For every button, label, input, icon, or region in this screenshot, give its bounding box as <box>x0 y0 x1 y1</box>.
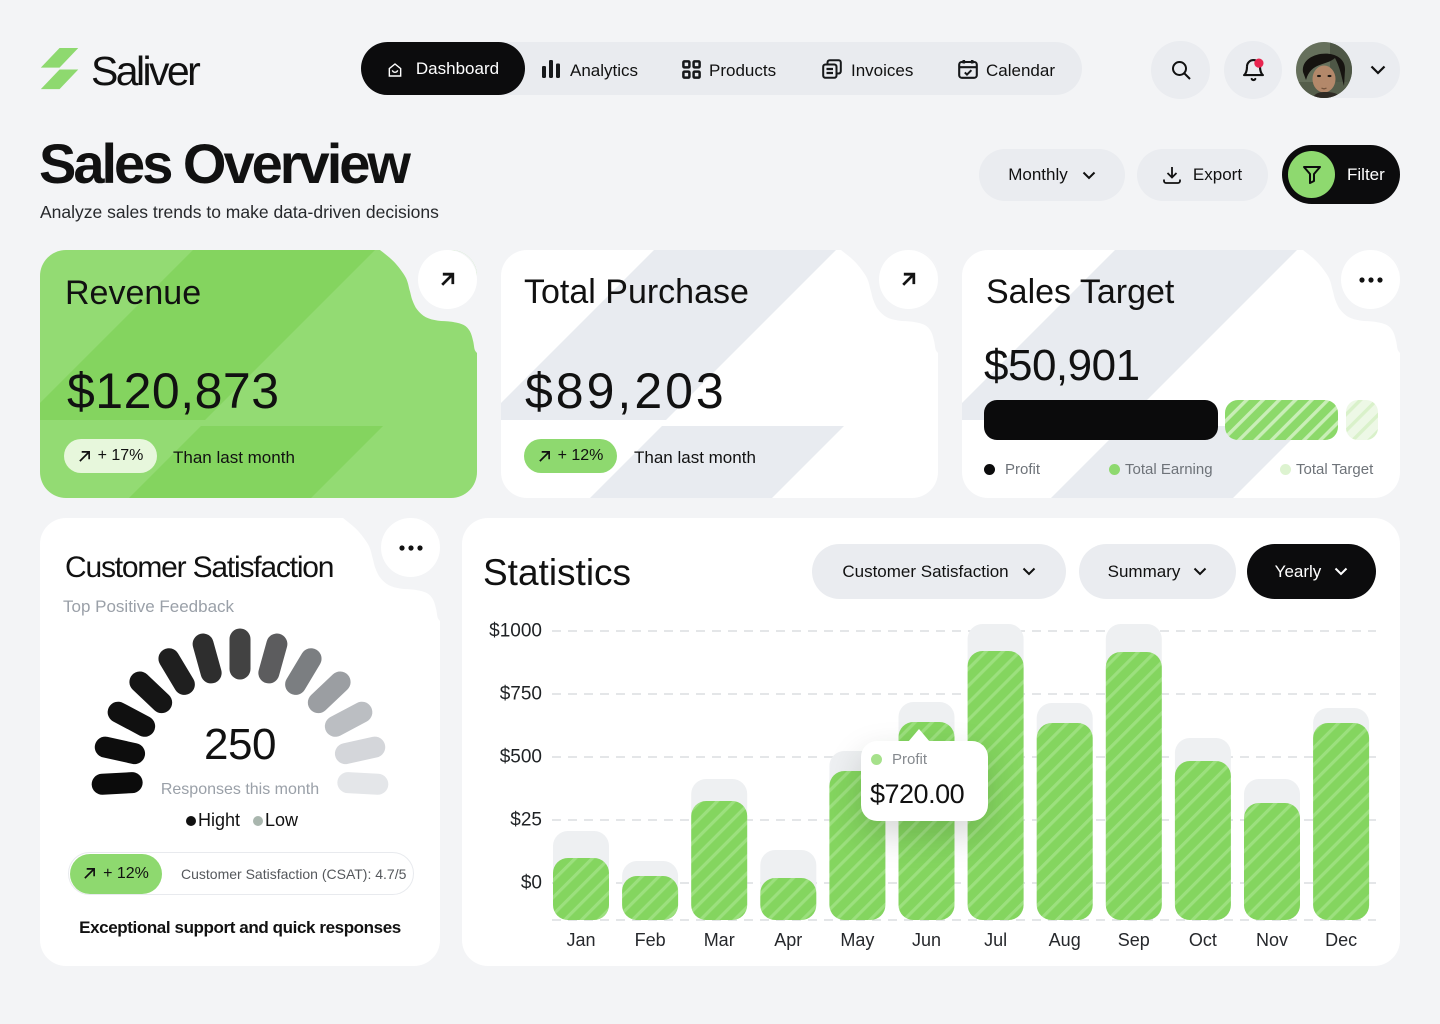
svg-text:$25: $25 <box>510 810 542 831</box>
svg-text:$1000: $1000 <box>489 621 542 642</box>
svg-text:Oct: Oct <box>1189 930 1217 950</box>
svg-text:Aug: Aug <box>1049 930 1081 950</box>
svg-text:Nov: Nov <box>1256 930 1288 950</box>
svg-text:Dec: Dec <box>1325 930 1357 950</box>
svg-text:$0: $0 <box>521 873 542 894</box>
svg-text:$750: $750 <box>500 684 542 705</box>
svg-text:Mar: Mar <box>704 930 735 950</box>
svg-text:Jun: Jun <box>912 930 941 950</box>
svg-text:Sep: Sep <box>1118 930 1150 950</box>
svg-text:$500: $500 <box>500 747 542 768</box>
svg-text:Apr: Apr <box>774 930 802 950</box>
svg-text:Feb: Feb <box>635 930 666 950</box>
svg-text:May: May <box>840 930 874 950</box>
svg-text:Jan: Jan <box>566 930 595 950</box>
svg-text:Jul: Jul <box>984 930 1007 950</box>
